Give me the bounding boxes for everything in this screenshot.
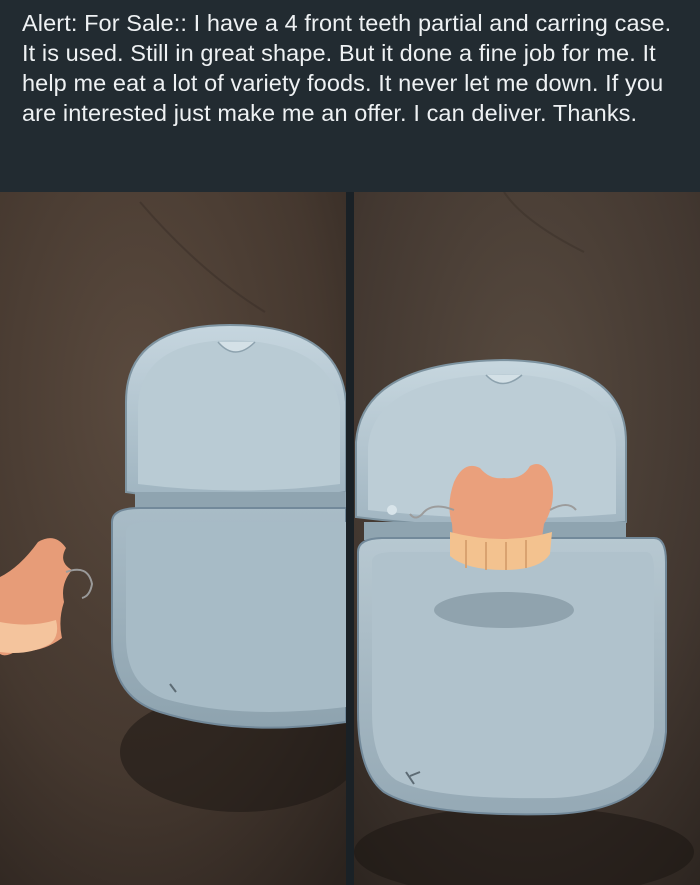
photo-right[interactable] [354,192,700,885]
denture-case-photo-left [0,192,346,885]
post-body-text: Alert: For Sale:: I have a 4 front teeth… [22,10,672,126]
photo-collage [0,192,700,885]
social-post: Alert: For Sale:: I have a 4 front teeth… [0,0,700,885]
photo-left[interactable] [0,192,346,885]
post-caption: Alert: For Sale:: I have a 4 front teeth… [0,0,700,192]
denture-case-photo-right [354,192,700,885]
